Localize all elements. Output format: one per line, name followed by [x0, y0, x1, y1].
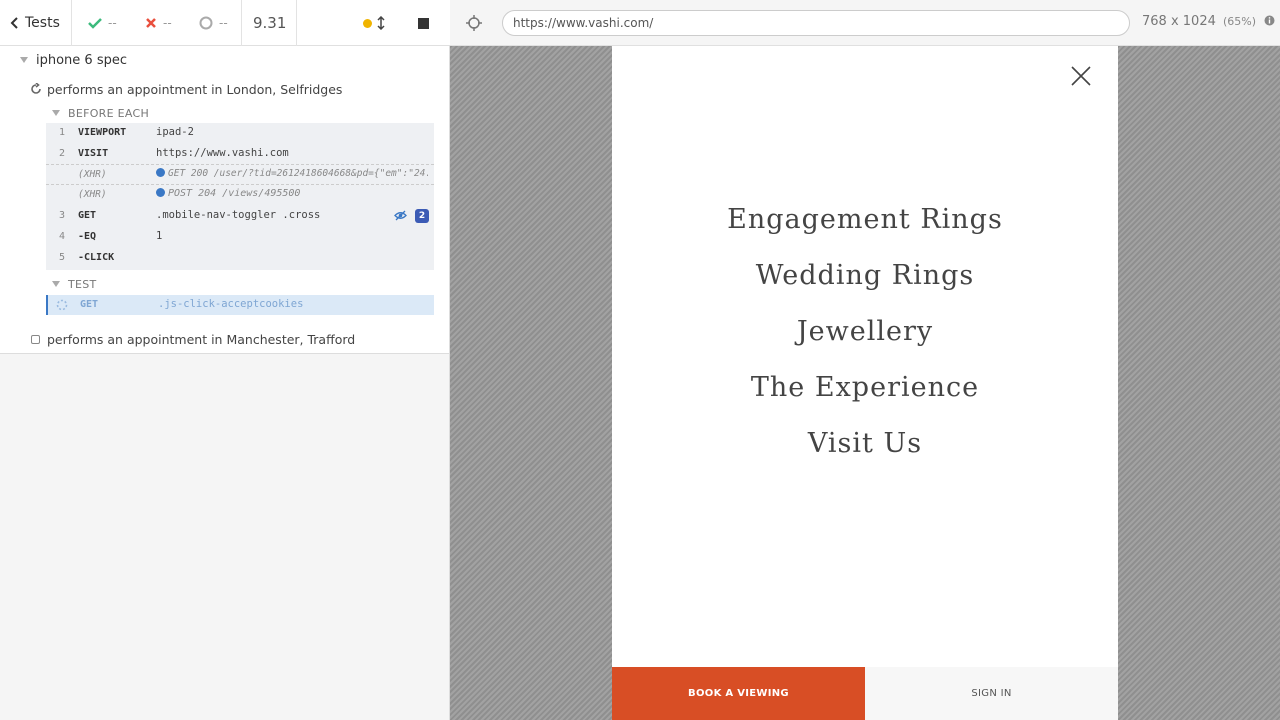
test-item[interactable]: performs an appointment in Manchester, T… — [31, 331, 355, 347]
nav-jewellery[interactable]: Jewellery — [612, 316, 1118, 347]
xhr-status-dot-icon — [156, 168, 165, 177]
caret-down-icon — [52, 110, 60, 116]
hook-title: TEST — [68, 277, 97, 291]
back-label: Tests — [25, 15, 60, 31]
aut-iframe: Engagement Rings Wedding Rings Jewellery… — [612, 46, 1118, 720]
element-count-badge: 2 — [415, 209, 429, 223]
eye-hidden-icon — [394, 210, 407, 221]
test-item[interactable]: performs an appointment in London, Selfr… — [30, 81, 342, 97]
test-title: performs an appointment in Manchester, T… — [47, 331, 356, 347]
command-get[interactable]: 3 GET .mobile-nav-toggler .cross 2 — [46, 206, 434, 227]
selector-playground-icon[interactable] — [466, 15, 482, 31]
refresh-running-icon — [31, 83, 41, 94]
test-commands: GET .js-click-acceptcookies — [46, 295, 434, 315]
running-dot-icon — [363, 18, 372, 28]
url-bar[interactable]: https://www.vashi.com/ — [502, 10, 1130, 36]
duration: 9.31 — [253, 14, 287, 32]
command-xhr[interactable]: (XHR) POST 204 /views/495500 — [46, 185, 434, 205]
passed-count: -- — [88, 0, 117, 46]
command-eq[interactable]: 4 -EQ 1 — [46, 227, 434, 248]
pending-square-icon — [31, 334, 40, 344]
stats-bar: Tests -- -- -- 9.31 — [0, 0, 450, 46]
spec-title: iphone 6 spec — [36, 52, 127, 68]
hook-title: BEFORE EACH — [68, 106, 150, 120]
viewport-size: 768 x 1024 — [1142, 14, 1216, 29]
failed-count: -- — [145, 0, 172, 46]
close-menu-button[interactable] — [1069, 64, 1093, 88]
command-visit[interactable]: 2 VISIT https://www.vashi.com — [46, 144, 434, 165]
auto-scroll-toggle[interactable] — [363, 0, 385, 46]
close-icon — [1071, 66, 1091, 86]
stop-icon — [418, 17, 429, 29]
back-to-tests-button[interactable]: Tests — [10, 0, 60, 46]
command-xhr[interactable]: (XHR) GET 200 /user/?tid=2612418604668&p… — [46, 165, 434, 185]
sign-in-button[interactable]: SIGN IN — [865, 667, 1118, 720]
before-each-commands: 1 VIEWPORT ipad-2 2 VISIT https://www.va… — [46, 123, 434, 270]
hook-test[interactable]: TEST — [52, 277, 97, 291]
vertical-arrows-icon — [377, 16, 385, 30]
hook-before-each[interactable]: BEFORE EACH — [52, 106, 149, 120]
stop-button[interactable] — [418, 0, 429, 46]
nav-engagement-rings[interactable]: Engagement Rings — [612, 204, 1118, 235]
pending-count: -- — [199, 0, 228, 46]
cross-icon — [146, 18, 156, 28]
spinner-icon — [56, 299, 68, 311]
aut-header: https://www.vashi.com/ 768 x 1024 (65%) — [450, 0, 1280, 46]
caret-down-icon — [20, 57, 28, 63]
pending-circle-icon — [199, 16, 213, 30]
viewport-scale: (65%) — [1223, 15, 1257, 28]
nav-the-experience[interactable]: The Experience — [612, 372, 1118, 403]
runnables-list: iphone 6 spec performs an appointment in… — [0, 46, 449, 354]
reporter-panel: Tests -- -- -- 9.31 iphone 6 spec perfor… — [0, 0, 450, 720]
command-viewport[interactable]: 1 VIEWPORT ipad-2 — [46, 123, 434, 144]
viewport-info: 768 x 1024 (65%) — [1142, 14, 1275, 29]
test-title: performs an appointment in London, Selfr… — [47, 81, 343, 97]
aut-stage: Engagement Rings Wedding Rings Jewellery… — [450, 46, 1280, 720]
nav-wedding-rings[interactable]: Wedding Rings — [612, 260, 1118, 291]
spec-suite[interactable]: iphone 6 spec — [20, 52, 127, 68]
xhr-status-dot-icon — [156, 188, 165, 197]
check-icon — [88, 18, 102, 29]
info-icon[interactable] — [1264, 15, 1275, 26]
nav-visit-us[interactable]: Visit Us — [612, 428, 1118, 459]
book-viewing-button[interactable]: BOOK A VIEWING — [612, 667, 865, 720]
chevron-left-icon — [10, 17, 18, 29]
command-get-pending[interactable]: GET .js-click-acceptcookies — [48, 295, 434, 315]
command-click[interactable]: 5 -CLICK — [46, 248, 434, 269]
caret-down-icon — [52, 281, 60, 287]
